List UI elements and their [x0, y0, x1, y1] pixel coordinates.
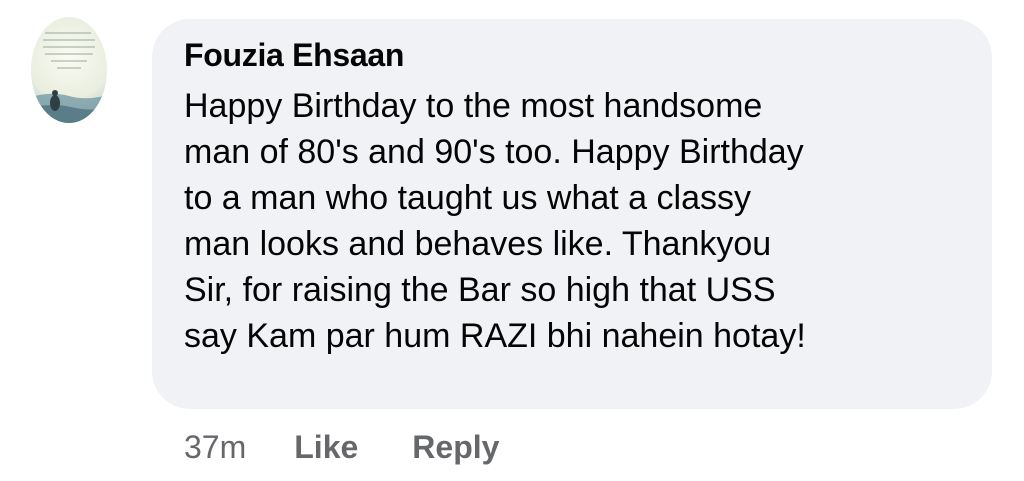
avatar-image — [31, 32, 107, 123]
comment-text: Happy Birthday to the most handsome man … — [184, 87, 806, 355]
comment-bubble: Fouzia Ehsaan Happy Birthday to the most… — [152, 19, 992, 409]
reply-button[interactable]: Reply — [412, 429, 499, 466]
like-button[interactable]: Like — [294, 429, 358, 466]
comment-actions: 37m Like Reply — [184, 425, 499, 469]
avatar[interactable] — [31, 17, 107, 123]
comment-timestamp[interactable]: 37m — [184, 429, 246, 466]
comment-author[interactable]: Fouzia Ehsaan — [184, 35, 972, 75]
